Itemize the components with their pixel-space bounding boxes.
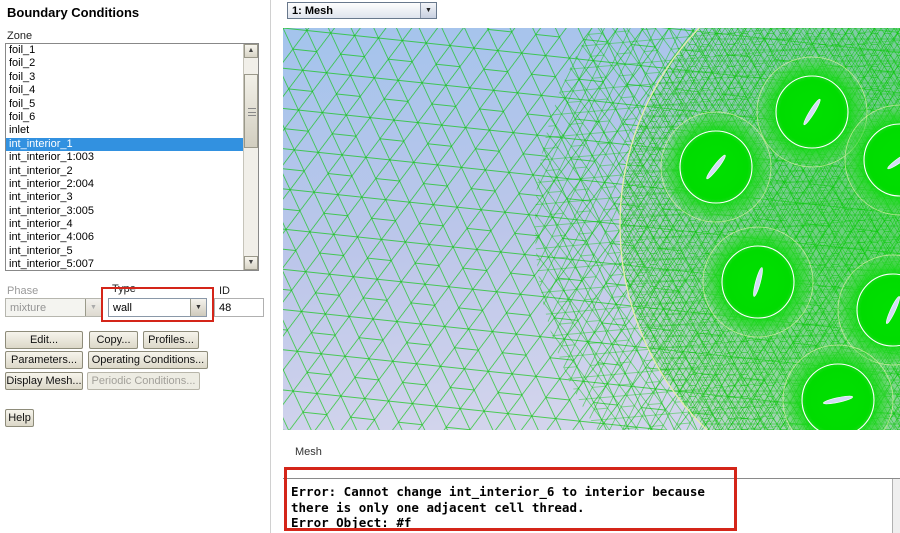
operating-conditions-button[interactable]: Operating Conditions... [88, 351, 208, 369]
zone-item[interactable]: foil_6 [6, 111, 243, 124]
zone-item[interactable]: int_interior_3:005 [6, 205, 243, 218]
panel-title: Boundary Conditions [7, 5, 140, 20]
zone-item[interactable]: int_interior_2:004 [6, 178, 243, 191]
zone-item[interactable]: foil_3 [6, 71, 243, 84]
phase-value: mixture [10, 301, 47, 314]
thumb-grip-icon [248, 108, 256, 116]
zone-item[interactable]: int_interior_4 [6, 218, 243, 231]
phase-label: Phase [7, 285, 39, 297]
zone-item[interactable]: int_interior_5:007 [6, 258, 243, 270]
zone-item[interactable]: int_interior_1:003 [6, 151, 243, 164]
zone-item[interactable]: int_interior_5 [6, 245, 243, 258]
id-field[interactable]: 48 [214, 298, 264, 317]
edit-button[interactable]: Edit... [5, 331, 83, 349]
zone-list-scrollbar[interactable]: ▲ ▼ [243, 44, 258, 270]
type-highlight-annotation [101, 287, 214, 322]
zone-item[interactable]: int_interior_3 [6, 191, 243, 204]
help-button[interactable]: Help [5, 409, 34, 427]
copy-button[interactable]: Copy... [89, 331, 138, 349]
zone-item[interactable]: foil_5 [6, 98, 243, 111]
zone-item[interactable]: int_interior_4:006 [6, 231, 243, 244]
graphics-window-label: Mesh [295, 446, 322, 458]
scroll-up-icon[interactable]: ▲ [244, 44, 258, 58]
parameters-button[interactable]: Parameters... [5, 351, 83, 369]
zone-item[interactable]: foil_2 [6, 57, 243, 70]
periodic-conditions-button: Periodic Conditions... [87, 372, 200, 390]
zone-item[interactable]: foil_1 [6, 44, 243, 57]
scrollbar-thumb[interactable] [244, 74, 258, 148]
phase-dropdown: mixture ▼ [5, 298, 102, 317]
view-selector-value: 1: Mesh [292, 4, 333, 17]
fluent-window: Boundary Conditions Zone foil_1 foil_2 foi… [0, 0, 900, 533]
zone-list-label: Zone [7, 30, 33, 42]
zone-item[interactable]: inlet [6, 124, 243, 137]
id-label: ID [219, 285, 230, 297]
boundary-conditions-panel: Boundary Conditions Zone foil_1 foil_2 foi… [0, 0, 271, 533]
console-scrollbar[interactable] [892, 479, 900, 533]
display-mesh-button[interactable]: Display Mesh... [5, 372, 83, 390]
error-highlight-annotation [284, 467, 737, 531]
foil-mesh-region [658, 109, 774, 225]
zone-item[interactable]: int_interior_1 [6, 137, 243, 152]
foil-mesh-region [700, 224, 816, 340]
profiles-button[interactable]: Profiles... [143, 331, 199, 349]
chevron-down-icon: ▼ [85, 299, 101, 316]
zone-item[interactable]: int_interior_2 [6, 165, 243, 178]
mesh-view[interactable] [283, 0, 900, 533]
zone-item[interactable]: foil_4 [6, 84, 243, 97]
mesh-rendering [283, 0, 900, 533]
chevron-down-icon[interactable]: ▼ [420, 3, 436, 18]
zone-list[interactable]: foil_1 foil_2 foil_3 foil_4 foil_5 foil_6 inle… [5, 43, 259, 271]
zone-list-items: foil_1 foil_2 foil_3 foil_4 foil_5 foil_6 inle… [6, 44, 243, 270]
view-selector-dropdown[interactable]: 1: Mesh ▼ [287, 2, 437, 19]
scroll-down-icon[interactable]: ▼ [244, 256, 258, 270]
